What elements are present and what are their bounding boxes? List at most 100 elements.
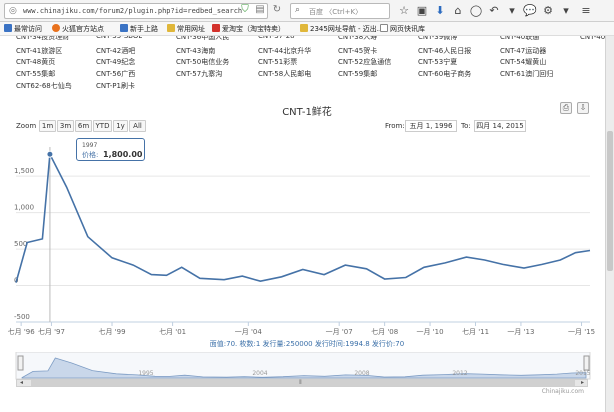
zoom-6m-button[interactable]: 6m [75,120,92,132]
zoom-3m-button[interactable]: 3m [57,120,74,132]
category-link[interactable]: CNT-48黄页 [16,57,55,67]
y-tick-label: -500 [14,313,30,321]
to-label: To: [461,122,471,130]
category-link[interactable]: CNT-52应急通信 [338,57,391,67]
category-link[interactable]: CNT-41旅游区 [16,46,62,56]
speech-bubble-icon[interactable]: 💬 [522,3,538,19]
bookmark-web-slices[interactable]: 网页快讯库 [380,24,425,34]
category-link[interactable]: CNT-54耀黄山 [500,57,546,67]
reload-icon[interactable]: ↻ [270,3,284,17]
category-link[interactable]: CNT-53宁夏 [418,57,457,67]
tooltip-label: 价格: [82,151,99,159]
price-line-chart[interactable]: -50005001,0001,500七月 '96 七月 '97 七月 '99 七月 '… [0,135,605,335]
download-icon[interactable]: ⇩ [577,102,589,114]
chart-title: CNT-1鲜花 [282,107,332,118]
grip-icon: ⦀ [299,379,302,386]
menu-icon[interactable]: ≡ [578,3,594,19]
x-tick-label: 一月 '10 [417,328,444,335]
category-link[interactable]: CNT-P1刷卡 [96,81,135,91]
bookmark-getting-started[interactable]: 新手上路 [120,24,158,34]
clipboard-icon[interactable]: ▣ [414,3,430,19]
category-link[interactable]: CNT-58人民邮电 [258,69,311,79]
category-link[interactable]: CNT-44北京升华 [258,46,311,56]
dropdown-icon[interactable]: ▾ [504,3,520,19]
category-link[interactable]: CNT-60电子商务 [418,69,471,79]
category-link[interactable]: CNT-51彩票 [258,57,297,67]
page-scroll-thumb[interactable] [607,131,613,271]
from-date-input[interactable]: 五月 1, 1996 [405,120,457,132]
web-slice-icon [380,24,388,32]
chart-credit: Chinajiku.com [541,388,584,395]
bookmark-folder-icon [4,24,12,32]
zoom-1y-button[interactable]: 1y [113,120,128,132]
navigator-year-label: 2012 [452,370,467,377]
shield-icon[interactable]: ⛉ [238,3,252,17]
bookmarks-bar: 最常访问 火狐官方站点 新手上路 常用网址 爱淘宝（淘宝特卖） 2345网址导航… [0,22,614,36]
bookmark-taobao[interactable]: 爱淘宝（淘宝特卖） [212,24,285,34]
navigator-left-handle [17,355,24,371]
page-scrollbar[interactable] [605,36,614,412]
category-link[interactable]: CNT-45贺卡 [338,46,377,56]
x-tick-label: 七月 '96 [8,327,36,335]
category-link[interactable]: CNT-56广西 [96,69,135,79]
chat-icon[interactable]: ◯ [468,3,484,19]
reader-icon[interactable]: ▤ [253,3,267,17]
x-tick-label: 一月 '04 [235,328,263,335]
category-link[interactable]: CNT-46人民日报 [418,46,471,56]
tooltip-value: 1,800.00 [103,150,143,159]
printer-icon[interactable]: ⎙ [560,102,572,114]
category-link[interactable]: CNT-59集邮 [338,69,377,79]
folder-icon-2 [300,24,308,32]
dropdown-icon-2[interactable]: ▾ [558,3,574,19]
category-link[interactable]: CNT-57九寨沟 [176,69,222,79]
x-tick-label: 七月 '11 [462,327,489,335]
url-text: www.chinajiku.com/forum2/plugin.php?id=r… [23,7,243,15]
category-link[interactable]: CNT-49纪念 [96,57,135,67]
zoom-ytd-button[interactable]: YTD [93,120,112,132]
zoom-1m-button[interactable]: 1m [39,120,56,132]
zoom-all-button[interactable]: All [129,120,146,132]
folder-icon [167,24,175,32]
category-link[interactable]: CNT-50电信业务 [176,57,229,67]
home-icon[interactable]: ⌂ [450,3,466,19]
zoom-label: Zoom [16,122,37,130]
download-arrow-icon[interactable]: ⬇ [432,3,448,19]
search-placeholder: 百度 〈Ctrl+K〉 [309,8,363,16]
search-field[interactable]: ⌕ 百度 〈Ctrl+K〉 [290,3,390,19]
category-link[interactable]: CNT-55集邮 [16,69,55,79]
chart-tooltip: 1997 价格: 1,800.00 [76,138,145,161]
taobao-icon [212,24,220,32]
scroll-thumb[interactable]: ⦀ [31,379,575,386]
bookmark-most-visited[interactable]: 最常访问 [4,24,42,34]
peak-point-marker [46,150,54,158]
x-tick-label: 七月 '99 [98,327,125,335]
gear-icon[interactable]: ⚙ [540,3,556,19]
to-date-input[interactable]: 四月 14, 2015 [474,120,526,132]
bookmark-page-icon [120,24,128,32]
category-link[interactable]: CNT-61澳门回归 [500,69,553,79]
scroll-right-arrow-icon[interactable]: ▸ [578,380,587,386]
x-tick-label: 一月 '07 [326,328,353,335]
globe-icon: ◎ [9,6,17,16]
category-link[interactable]: CNT-47运动器 [500,46,546,56]
search-icon: ⌕ [295,5,301,15]
x-tick-label: 七月 '08 [371,327,398,335]
scroll-left-arrow-icon[interactable]: ◂ [17,380,26,386]
back-arrow-icon[interactable]: ↶ [486,3,502,19]
star-icon[interactable]: ☆ [396,3,412,19]
category-link[interactable]: CNT62-68七仙鸟 [16,81,72,91]
y-tick-label: 1,500 [14,167,34,175]
address-bar[interactable]: ◎ www.chinajiku.com/forum2/plugin.php?id… [4,3,268,19]
tooltip-date: 1997 [82,142,98,149]
category-link[interactable]: CNT-42酒吧 [96,46,135,56]
browser-toolbar: ◎ www.chinajiku.com/forum2/plugin.php?id… [0,0,614,22]
bookmark-common-sites[interactable]: 常用网址 [167,24,205,34]
category-link[interactable]: CNT-43海南 [176,46,215,56]
navigator-scrollbar[interactable]: ◂ ⦀ ▸ [16,379,588,387]
navigator-year-label: 2008 [354,370,369,377]
navigator-chart[interactable]: 1995 2004 2008 2012 2015 [0,352,605,380]
firefox-icon [52,24,60,32]
bookmark-2345[interactable]: 2345网址导航 - 迈出... [300,24,383,34]
navigator-right-handle [583,355,590,371]
bookmark-firefox[interactable]: 火狐官方站点 [52,24,104,34]
